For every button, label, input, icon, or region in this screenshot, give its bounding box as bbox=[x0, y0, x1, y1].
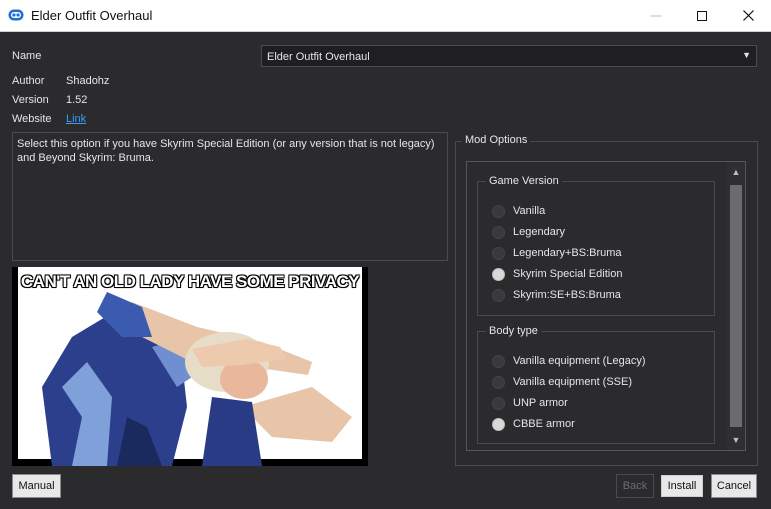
radio-indicator bbox=[492, 417, 505, 431]
radio-indicator bbox=[492, 375, 505, 389]
maximize-button[interactable] bbox=[679, 0, 725, 31]
cancel-button[interactable]: Cancel bbox=[711, 474, 757, 498]
maximize-icon bbox=[697, 10, 707, 21]
app-cloud-icon bbox=[8, 9, 24, 21]
radio-cbbe-armor[interactable]: CBBE armor bbox=[492, 416, 575, 432]
game-version-title: Game Version bbox=[486, 175, 562, 187]
scroll-down-icon[interactable]: ▼ bbox=[727, 432, 745, 448]
mod-options-title: Mod Options bbox=[462, 134, 531, 146]
radio-label: Legendary+BS:Bruma bbox=[513, 247, 622, 259]
manual-button[interactable]: Manual bbox=[12, 474, 61, 498]
website-label: Website bbox=[12, 113, 52, 125]
radio-label: CBBE armor bbox=[513, 418, 575, 430]
name-dropdown-value: Elder Outfit Overhaul bbox=[267, 51, 370, 63]
radio-label: Vanilla equipment (Legacy) bbox=[513, 355, 646, 367]
minimize-button[interactable] bbox=[633, 0, 679, 31]
author-value: Shadohz bbox=[66, 75, 110, 87]
close-icon bbox=[742, 10, 754, 21]
radio-indicator bbox=[492, 246, 505, 260]
author-label: Author bbox=[12, 75, 45, 87]
radio-legendary-bruma[interactable]: Legendary+BS:Bruma bbox=[492, 245, 622, 261]
option-description: Select this option if you have Skyrim Sp… bbox=[12, 132, 448, 261]
window-title: Elder Outfit Overhaul bbox=[31, 8, 153, 23]
close-button[interactable] bbox=[725, 0, 771, 31]
radio-label: Skyrim:SE+BS:Bruma bbox=[513, 289, 621, 301]
body-type-title: Body type bbox=[486, 325, 541, 337]
name-label: Name bbox=[12, 50, 42, 62]
meme-caption: CAN'T AN OLD LADY HAVE SOME PRIVACY bbox=[20, 272, 360, 291]
radio-vanilla[interactable]: Vanilla bbox=[492, 203, 545, 219]
scroll-thumb[interactable] bbox=[730, 185, 742, 427]
version-value: 1.52 bbox=[66, 94, 88, 106]
preview-image: CAN'T AN OLD LADY HAVE SOME PRIVACY bbox=[12, 267, 368, 466]
radio-vanilla-equipment-sse[interactable]: Vanilla equipment (SSE) bbox=[492, 374, 632, 390]
radio-label: Skyrim Special Edition bbox=[513, 268, 623, 280]
install-button[interactable]: Install bbox=[660, 474, 704, 498]
name-dropdown[interactable]: Elder Outfit Overhaul ▼ bbox=[261, 45, 757, 67]
radio-indicator bbox=[492, 225, 505, 239]
radio-skyrim-special-edition[interactable]: Skyrim Special Edition bbox=[492, 266, 622, 282]
minimize-icon bbox=[651, 15, 661, 16]
chevron-down-icon: ▼ bbox=[742, 50, 751, 60]
radio-label: Legendary bbox=[513, 226, 565, 238]
scroll-up-icon[interactable]: ▲ bbox=[727, 164, 745, 180]
radio-label: UNP armor bbox=[513, 397, 568, 409]
version-label: Version bbox=[12, 94, 49, 106]
radio-skyrim-se-bruma[interactable]: Skyrim:SE+BS:Bruma bbox=[492, 287, 621, 303]
radio-indicator bbox=[492, 267, 505, 281]
back-button[interactable]: Back bbox=[616, 474, 654, 498]
radio-indicator bbox=[492, 396, 505, 410]
radio-indicator bbox=[492, 354, 505, 368]
radio-label: Vanilla equipment (SSE) bbox=[513, 376, 633, 388]
radio-indicator bbox=[492, 204, 505, 218]
radio-legendary[interactable]: Legendary bbox=[492, 224, 565, 240]
options-scrollbar[interactable]: ▲ ▼ bbox=[727, 162, 745, 450]
radio-unp-armor[interactable]: UNP armor bbox=[492, 395, 568, 411]
radio-vanilla-equipment-legacy[interactable]: Vanilla equipment (Legacy) bbox=[492, 353, 645, 369]
title-bar: Elder Outfit Overhaul bbox=[0, 0, 771, 32]
radio-indicator bbox=[492, 288, 505, 302]
radio-label: Vanilla bbox=[513, 205, 546, 217]
website-link[interactable]: Link bbox=[66, 113, 86, 125]
meme-picture bbox=[18, 267, 362, 466]
